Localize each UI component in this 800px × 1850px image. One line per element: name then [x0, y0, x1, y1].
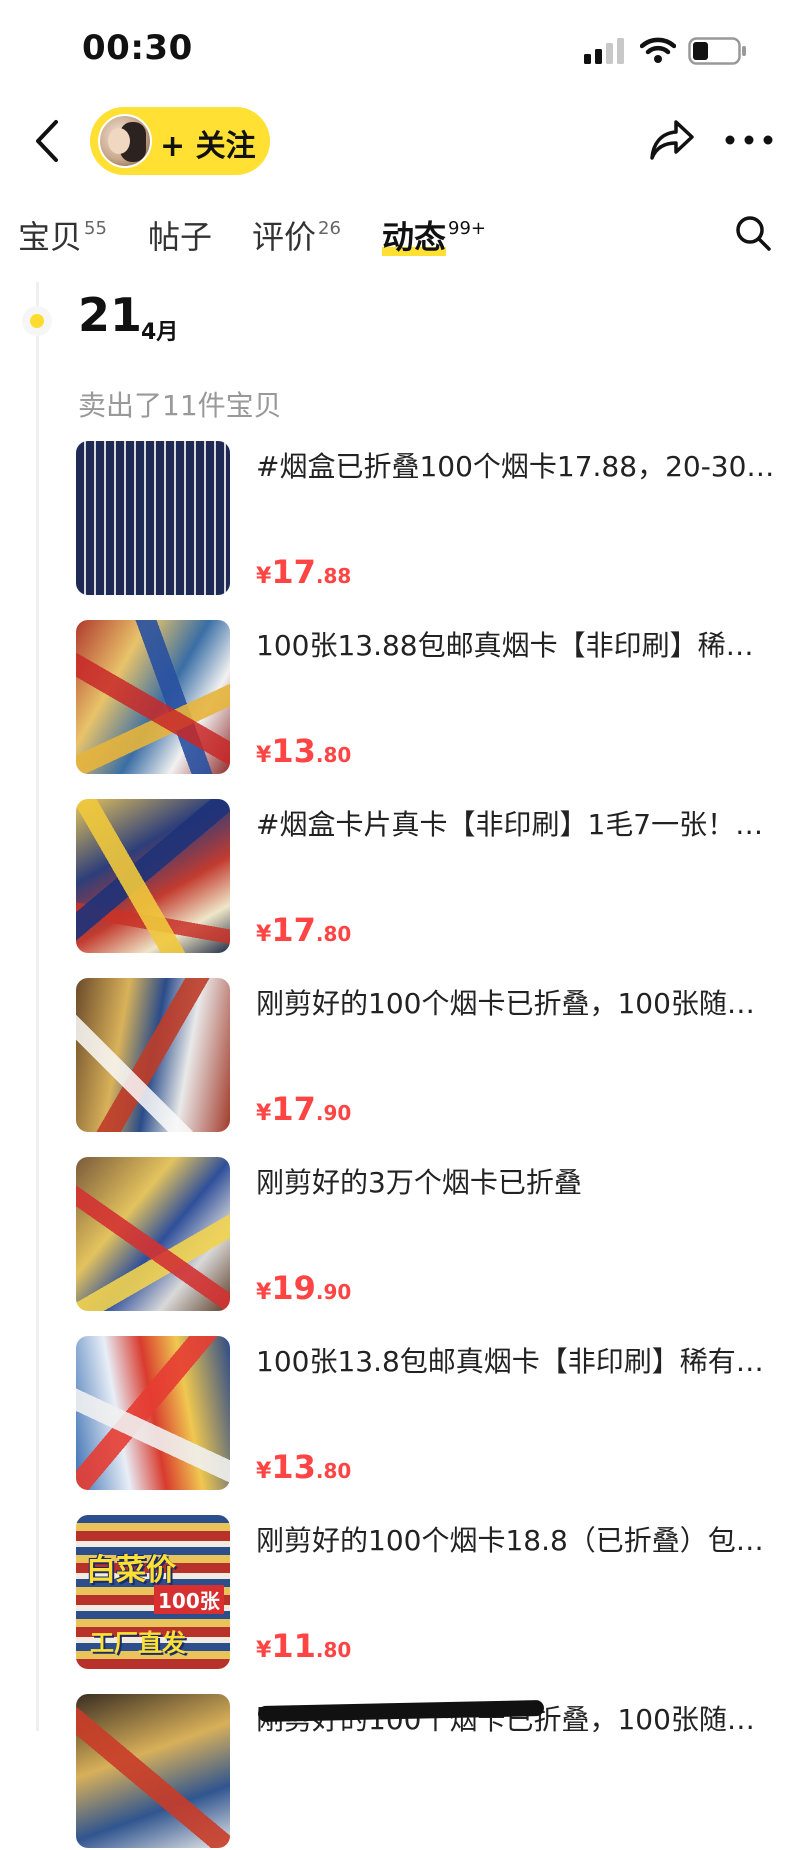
item-price: ¥17.88 — [256, 553, 352, 591]
item-price: ¥17.80 — [256, 911, 352, 949]
item-price: ¥13.80 — [256, 1448, 352, 1486]
item-thumbnail — [76, 978, 230, 1132]
list-item[interactable]: 100张13.88包邮真烟卡【非印刷】稀… ¥13.80 — [76, 620, 800, 776]
item-price: ¥11.80 — [256, 1627, 352, 1665]
follow-button[interactable]: + 关注 — [90, 107, 270, 175]
list-item[interactable]: 100张13.8包邮真烟卡【非印刷】稀有… ¥13.80 — [76, 1336, 800, 1492]
tab-posts[interactable]: 帖子 — [148, 212, 212, 258]
back-icon[interactable] — [30, 118, 66, 164]
item-thumbnail — [76, 799, 230, 953]
tab-bar: 宝贝 55 帖子 评价 26 动态 99+ — [0, 200, 800, 270]
item-price: ¥19.90 — [256, 1269, 352, 1307]
item-title: #烟盒已折叠100个烟卡17.88，20-30… — [256, 450, 775, 483]
list-item[interactable]: #烟盒卡片真卡【非印刷】1毛7一张！… ¥17.80 — [76, 799, 800, 955]
item-price: ¥17.90 — [256, 1090, 352, 1128]
tab-label: 评价 — [252, 218, 317, 256]
tab-count: 55 — [84, 218, 107, 239]
item-title: 刚剪好的3万个烟卡已折叠 — [256, 1166, 582, 1199]
date-day: 21 — [78, 288, 143, 342]
item-title: 100张13.88包邮真烟卡【非印刷】稀… — [256, 629, 754, 662]
timeline-dot — [22, 306, 52, 336]
tab-reviews[interactable]: 评价 26 — [252, 212, 341, 258]
item-thumbnail — [76, 1157, 230, 1311]
thumbnail-text: 白菜价 — [86, 1553, 176, 1588]
item-thumbnail — [76, 1694, 230, 1848]
signal-icon — [584, 38, 624, 64]
item-thumbnail — [76, 441, 230, 595]
tab-activity[interactable]: 动态 99+ — [382, 212, 486, 258]
item-title: #烟盒卡片真卡【非印刷】1毛7一张！… — [256, 808, 764, 841]
wifi-icon — [640, 37, 676, 63]
item-thumbnail — [76, 620, 230, 774]
list-item[interactable]: #烟盒已折叠100个烟卡17.88，20-30… ¥17.88 — [76, 441, 800, 597]
tab-label: 帖子 — [148, 218, 213, 256]
battery-icon — [688, 37, 746, 65]
list-item[interactable]: 白菜价 100张 工厂直发 刚剪好的100个烟卡18.8（已折叠）包… ¥11.… — [76, 1515, 800, 1671]
tab-count: 26 — [318, 218, 341, 239]
thumbnail-text: 工厂直发 — [90, 1629, 186, 1657]
item-title: 刚剪好的100个烟卡18.8（已折叠）包… — [256, 1524, 764, 1557]
item-thumbnail — [76, 1336, 230, 1490]
follow-label: + 关注 — [160, 129, 256, 164]
item-title: 刚剪好的100个烟卡已折叠，100张随… — [256, 987, 755, 1020]
status-time: 00:30 — [82, 28, 193, 68]
sold-summary: 卖出了11件宝贝 — [78, 389, 282, 422]
item-thumbnail: 白菜价 100张 工厂直发 — [76, 1515, 230, 1669]
thumbnail-badge: 100张 — [154, 1585, 224, 1614]
status-bar: 00:30 — [0, 0, 800, 100]
tab-label: 动态 — [382, 218, 447, 256]
timeline-line — [36, 282, 39, 1731]
share-icon[interactable] — [648, 118, 696, 162]
list-item[interactable]: 刚剪好的3万个烟卡已折叠 ¥19.90 — [76, 1157, 800, 1313]
tab-label: 宝贝 — [18, 218, 83, 256]
more-icon[interactable] — [724, 130, 774, 150]
list-item[interactable]: 刚剪好的100个烟卡已折叠，100张随… ¥17.90 — [76, 978, 800, 1134]
avatar[interactable] — [98, 114, 152, 168]
date-month: 4月 — [141, 320, 179, 345]
search-icon[interactable] — [734, 214, 772, 252]
tab-count: 99+ — [448, 218, 487, 239]
tab-items[interactable]: 宝贝 55 — [18, 212, 107, 258]
item-title: 100张13.8包邮真烟卡【非印刷】稀有… — [256, 1345, 764, 1378]
item-price: ¥13.80 — [256, 732, 352, 770]
